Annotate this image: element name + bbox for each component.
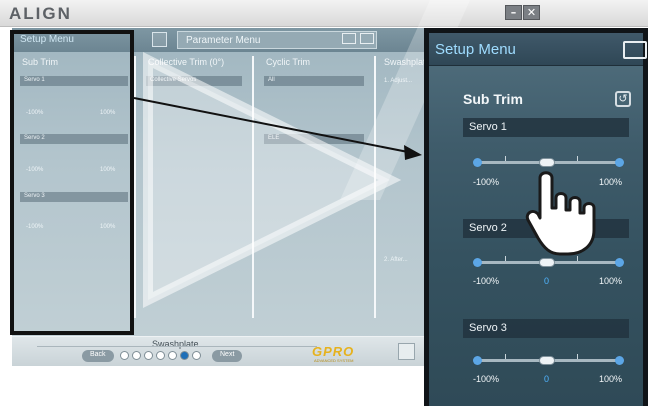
slider-knob[interactable] <box>539 158 555 167</box>
slider-knob[interactable] <box>539 258 555 267</box>
decrease-arrow[interactable] <box>473 158 482 167</box>
decrease-arrow[interactable] <box>473 258 482 267</box>
zoom-title: Setup Menu <box>435 41 516 58</box>
hand-pointer-icon <box>525 171 596 256</box>
folder-icon[interactable] <box>623 41 647 59</box>
zoom-header: Setup Menu <box>429 33 647 66</box>
servo-name: Servo 2 <box>469 222 507 234</box>
increase-arrow[interactable] <box>615 158 624 167</box>
servo-name: Servo 1 <box>469 121 507 133</box>
servo-row: Servo 1 <box>463 118 629 137</box>
reset-icon[interactable]: ↺ <box>615 91 631 107</box>
servo-row: Servo 3 <box>463 319 629 338</box>
servo-value: 0 <box>544 276 550 286</box>
slider-knob[interactable] <box>539 356 555 365</box>
servo-value: 0 <box>544 374 550 384</box>
increase-arrow[interactable] <box>615 356 624 365</box>
decrease-arrow[interactable] <box>473 356 482 365</box>
subtrim-heading: Sub Trim <box>463 91 523 107</box>
increase-arrow[interactable] <box>615 258 624 267</box>
servo-name: Servo 3 <box>469 322 507 334</box>
